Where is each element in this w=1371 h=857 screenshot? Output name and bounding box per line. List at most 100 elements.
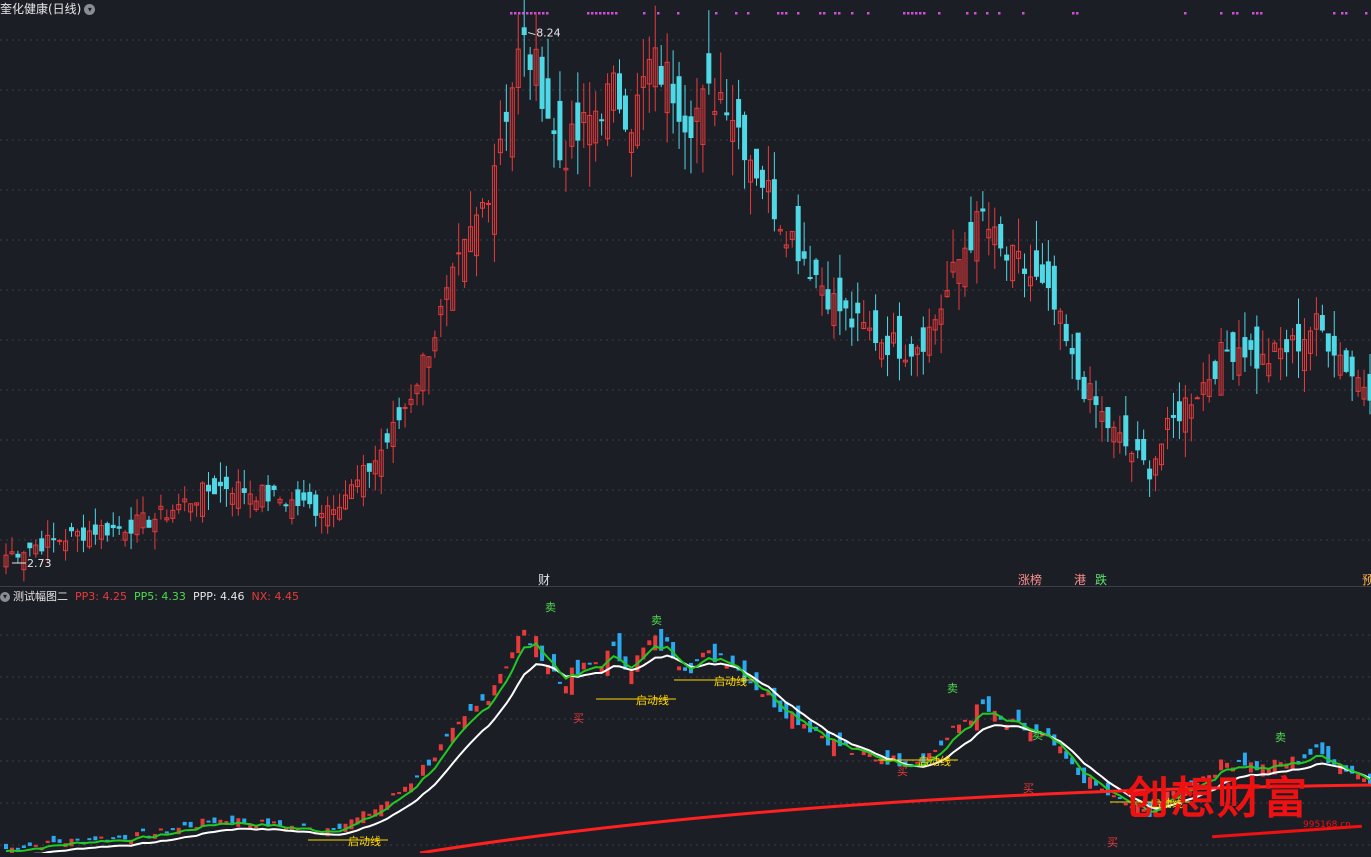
- indicator-bar: [939, 740, 944, 746]
- candle-body: [539, 56, 545, 109]
- signal-dot: [966, 12, 969, 15]
- indicator-bar: [587, 662, 592, 665]
- candle-body: [1123, 415, 1129, 447]
- event-marker-cai[interactable]: 财: [538, 571, 550, 588]
- main-price-chart[interactable]: 8.24 2.73: [0, 0, 1371, 586]
- candle-body: [271, 485, 277, 490]
- indicator-bar: [456, 721, 461, 725]
- indicator-bar: [1320, 742, 1325, 755]
- indicator-bar: [260, 819, 265, 822]
- signal-dot: [607, 12, 610, 15]
- candle-body: [670, 83, 676, 104]
- candle-body: [80, 527, 86, 541]
- candle-body: [1248, 340, 1254, 350]
- candle-body: [825, 289, 831, 310]
- candle-body: [1230, 332, 1236, 362]
- indicator-bar: [1314, 744, 1319, 748]
- indicator-bar: [33, 844, 38, 847]
- indicator-bar: [516, 636, 521, 654]
- indicator-bar: [337, 823, 342, 829]
- candle-body: [1325, 333, 1331, 352]
- indicator-bar: [498, 673, 503, 684]
- indicator-bar: [438, 744, 443, 751]
- signal-dot: [542, 12, 545, 15]
- candle-body: [920, 327, 926, 352]
- indicator-bar: [1016, 709, 1021, 722]
- indicator-bar: [683, 667, 688, 671]
- candle-body: [104, 523, 110, 536]
- indicator-bar: [474, 705, 479, 712]
- signal-dot: [838, 12, 841, 15]
- candle-body: [849, 318, 855, 328]
- sell-signal: 卖: [545, 601, 556, 614]
- signal-dot: [911, 12, 914, 15]
- signal-dot: [591, 12, 594, 15]
- candle-body: [807, 276, 813, 279]
- readout-pp5: PP5: 4.33: [133, 590, 186, 603]
- indicator-bar: [528, 643, 533, 646]
- signal-dot: [781, 12, 784, 15]
- candle-body: [676, 76, 682, 122]
- event-marker-yu[interactable]: 预: [1362, 571, 1371, 588]
- indicator-bar: [629, 671, 634, 685]
- indicator-bar: [158, 828, 163, 831]
- signal-dot: [907, 12, 910, 15]
- readout-nx: NX: 4.45: [251, 590, 300, 603]
- readout-ppp: PPP: 4.46: [192, 590, 245, 603]
- candle-body: [1224, 349, 1230, 352]
- candle-body: [753, 148, 759, 179]
- candle-body: [146, 519, 152, 528]
- candle-body: [1176, 401, 1182, 422]
- candle-body: [301, 492, 307, 501]
- event-marker-gang[interactable]: 港: [1074, 571, 1086, 588]
- indicator-bar: [21, 845, 26, 849]
- candle-body: [206, 484, 212, 492]
- candle-body: [211, 478, 217, 495]
- high-price-pointer: [528, 32, 536, 36]
- indicator-bar: [397, 792, 402, 795]
- indicator-bar: [510, 652, 515, 659]
- indicator-bar: [504, 666, 509, 669]
- chevron-down-icon[interactable]: ▾: [84, 4, 96, 15]
- candle-body: [521, 27, 527, 36]
- candle-body: [724, 112, 730, 116]
- indicator-bar: [468, 703, 473, 711]
- candle-body: [366, 463, 372, 472]
- candle-body: [15, 553, 21, 558]
- candle-body: [771, 179, 777, 220]
- indicator-bar: [986, 696, 991, 712]
- indicator-bar: [1308, 748, 1313, 755]
- indicator-bar: [1356, 774, 1361, 780]
- stock-title: 奎化健康(日线): [0, 2, 82, 16]
- buy-signal: 买: [573, 712, 584, 725]
- signal-dot: [797, 12, 800, 15]
- indicator-bar: [57, 839, 62, 843]
- indicator-bar: [403, 786, 408, 792]
- indicator-bar: [212, 817, 217, 824]
- candle-body: [1296, 323, 1302, 352]
- candle-body: [1212, 361, 1218, 380]
- indicator-bar: [647, 640, 652, 646]
- chevron-down-icon[interactable]: ▾: [0, 592, 10, 602]
- signal-dot: [834, 12, 837, 15]
- candle-body: [599, 119, 605, 122]
- signal-dot: [867, 12, 870, 15]
- event-marker-die[interactable]: 跌: [1095, 571, 1107, 588]
- event-marker-zhangbang[interactable]: 涨榜: [1018, 571, 1042, 588]
- candle-body: [402, 406, 408, 409]
- signal-dot: [1220, 12, 1223, 15]
- signal-dot: [819, 12, 822, 15]
- signal-dot: [1076, 12, 1079, 15]
- candle-body: [223, 476, 229, 490]
- chart-title[interactable]: 奎化健康(日线) ▾: [0, 0, 96, 17]
- candle-body: [1141, 438, 1147, 461]
- indicator-bar: [1088, 776, 1093, 789]
- candle-body: [1063, 323, 1069, 342]
- high-price-label: 8.24: [536, 27, 561, 40]
- candle-body: [110, 524, 116, 529]
- signal-dot: [1365, 12, 1368, 15]
- candle-body: [896, 315, 902, 359]
- signal-dot: [1260, 12, 1263, 15]
- candle-body: [92, 524, 98, 535]
- indicator-bar: [93, 836, 98, 841]
